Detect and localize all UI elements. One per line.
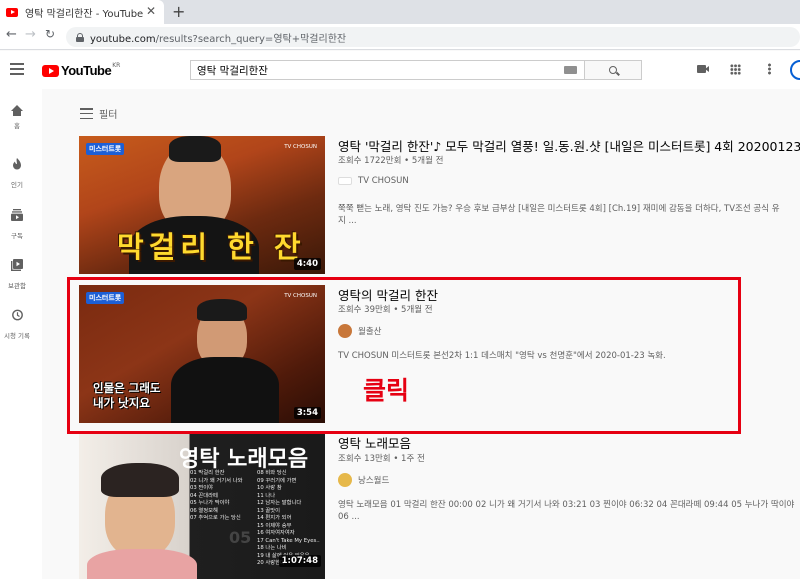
thumb-song-item: 18 나는 나비 — [257, 545, 287, 551]
fire-icon — [13, 158, 21, 170]
guide-item-home[interactable]: 홈 — [0, 105, 34, 130]
video-description: 영탁 노래모음 01 막걸리 한잔 00:00 02 니가 왜 거기서 나와 0… — [338, 499, 800, 523]
description-line: 쭉쭉 뻗는 노래, 영탁 진도 가능? 우승 후보 급부상 [내일은 미스터트롯… — [338, 204, 780, 214]
logo-region: KR — [112, 62, 121, 69]
thumb-song-item: 13 꿀맛이 — [257, 507, 281, 514]
channel-avatar — [338, 473, 352, 487]
video-description: 쭉쭉 뻗는 노래, 영탁 진도 가능? 우승 후보 급부상 [내일은 미스터트롯… — [338, 203, 800, 227]
guide-label: 구독 — [11, 232, 23, 240]
search-value: 영탁 막걸리한잔 — [197, 64, 268, 77]
description-line: 지 ... — [338, 216, 357, 226]
guide-item-history[interactable]: 시청 기록 — [0, 306, 34, 340]
thumb-song-item: 04 꼰대라떼 — [190, 492, 218, 499]
search-icon — [609, 66, 617, 74]
thumb-song-item: 14 편지가 되어 — [257, 515, 292, 521]
create-video-icon[interactable] — [697, 65, 709, 73]
channel-link[interactable]: TV CHOSUN — [338, 176, 409, 186]
logo-text: YouTube — [61, 63, 112, 78]
singer-hair — [169, 136, 221, 162]
video-thumbnail-3[interactable]: 영탁 노래모음 05 01 막걸리 한잔 02 니가 왜 거기서 나와 03 찐이야… — [79, 433, 325, 579]
thumb-song-item: 17 Can't Take My Eyes.. — [257, 537, 320, 544]
subscriptions-icon — [11, 209, 23, 221]
thumb-title: 영탁 노래모음 — [179, 447, 309, 472]
guide-label: 보관함 — [8, 282, 26, 290]
guide-label: 인기 — [11, 181, 23, 189]
thumb-show-logo: 미스터트롯 — [86, 143, 125, 155]
channel-avatar — [338, 177, 352, 185]
thumb-song-item: 02 니가 왜 거기서 나와 — [190, 477, 243, 484]
thumb-song-item: 16 여자여자여자 — [257, 530, 295, 536]
youtube-masthead: YouTube KR 영탁 막걸리한잔 — [0, 51, 800, 89]
browser-tab-strip: 영탁 막걸리한잔 - YouTube ✕ + — [0, 0, 800, 24]
guide-item-subscriptions[interactable]: 구독 — [0, 206, 34, 240]
thumb-song-item: 01 막걸리 한잔 — [190, 470, 225, 476]
new-tab-icon[interactable]: + — [172, 2, 185, 21]
click-annotation-label: 클릭 — [363, 376, 410, 405]
tab-title: 영탁 막걸리한잔 - YouTube — [25, 8, 144, 20]
menu-icon[interactable] — [10, 63, 24, 75]
sign-in-avatar[interactable] — [790, 60, 800, 80]
video-title[interactable]: 영탁 노래모음 — [338, 433, 411, 452]
youtube-play-icon — [42, 64, 59, 77]
channel-name: 낭스월드 — [358, 476, 390, 486]
thumb-song-item: 11 나나 — [257, 492, 276, 499]
search-button[interactable] — [584, 60, 642, 80]
video-meta: 조회수 1722만회 • 5개월 전 — [338, 156, 444, 166]
forward-arrow-icon[interactable]: → — [25, 27, 36, 42]
video-title[interactable]: 영탁 '막걸리 한잔'♪ 모두 막걸리 열풍! 일.동.원.샷 [내일은 미스터… — [338, 136, 800, 155]
guide-label: 시청 기록 — [4, 332, 30, 340]
library-icon — [11, 259, 23, 271]
singer-hair — [101, 463, 179, 497]
mini-guide: 홈 인기 구독 보관함 시청 기록 — [0, 89, 42, 579]
search-input[interactable]: 영탁 막걸리한잔 — [190, 60, 584, 80]
youtube-favicon-icon — [6, 7, 18, 17]
filter-icon — [80, 108, 93, 120]
back-arrow-icon[interactable]: ← — [6, 27, 17, 42]
thumb-song-item: 12 남자는 말합니다 — [257, 500, 302, 506]
thumb-caption: 막걸리 한 잔 — [117, 230, 306, 264]
video-meta: 조회수 13만회 • 1주 전 — [338, 454, 425, 464]
thumb-brand: TV CHOSUN — [284, 144, 317, 150]
guide-label: 홈 — [14, 122, 20, 130]
video-thumbnail-1[interactable]: 미스터트롯 TV CHOSUN 막걸리 한 잔 4:40 — [79, 136, 325, 274]
tab-close-icon[interactable]: ✕ — [146, 4, 156, 18]
lock-icon — [76, 32, 84, 42]
guide-item-trending[interactable]: 인기 — [0, 155, 34, 189]
thumb-song-item: 07 추억으로 가는 당신 — [190, 515, 241, 521]
filter-button[interactable]: 필터 — [80, 106, 117, 121]
video-duration: 4:40 — [293, 258, 321, 270]
youtube-logo[interactable]: YouTube KR — [42, 62, 121, 78]
home-icon — [11, 105, 23, 116]
thumb-song-item: 09 꾸러기에 가면 — [257, 477, 297, 484]
history-icon — [12, 309, 23, 321]
description-line: 영탁 노래모음 01 막걸리 한잔 00:00 02 니가 왜 거기서 나와 0… — [338, 500, 795, 510]
reload-icon[interactable]: ↻ — [45, 27, 55, 41]
guide-item-library[interactable]: 보관함 — [0, 256, 34, 290]
thumb-song-list-right: 08 비와 당신 09 꾸러기에 가면 10 사랑 참 11 나나 12 남자는 말합니… — [257, 470, 320, 568]
settings-more-icon[interactable] — [768, 63, 771, 75]
thumb-song-item: 15 이제야 승부 — [257, 522, 292, 529]
apps-grid-icon[interactable] — [730, 64, 741, 75]
url-omnibox[interactable]: youtube.com/results?search_query=영탁+막걸리한… — [66, 27, 800, 47]
click-highlight-box — [67, 277, 741, 434]
thumb-number: 05 — [229, 528, 252, 547]
channel-name: TV CHOSUN — [358, 176, 409, 186]
thumb-song-list-left: 01 막걸리 한잔 02 니가 왜 거기서 나와 03 찐이야 04 꼰대라떼 05 누… — [190, 470, 242, 523]
thumb-song-item: 05 누나가 딱이야 — [190, 500, 230, 506]
description-line: 06 ... — [338, 512, 360, 522]
thumb-song-item: 08 비와 당신 — [257, 470, 287, 476]
thumb-song-item: 03 찐이야 — [190, 485, 214, 491]
thumb-song-item: 06 열정모해 — [190, 507, 218, 514]
browser-tab[interactable]: 영탁 막걸리한잔 - YouTube ✕ — [0, 0, 164, 24]
filter-label: 필터 — [99, 110, 118, 121]
thumb-song-item: 10 사랑 참 — [257, 485, 282, 491]
address-bar-row: ← → ↻ youtube.com/results?search_query=영… — [0, 24, 800, 50]
url-text: youtube.com/results?search_query=영탁+막걸리한… — [90, 33, 347, 45]
singer-shirt — [87, 549, 197, 579]
video-duration: 1:07:48 — [278, 555, 321, 567]
channel-link[interactable]: 낭스월드 — [338, 473, 389, 487]
keyboard-icon[interactable] — [564, 66, 577, 74]
